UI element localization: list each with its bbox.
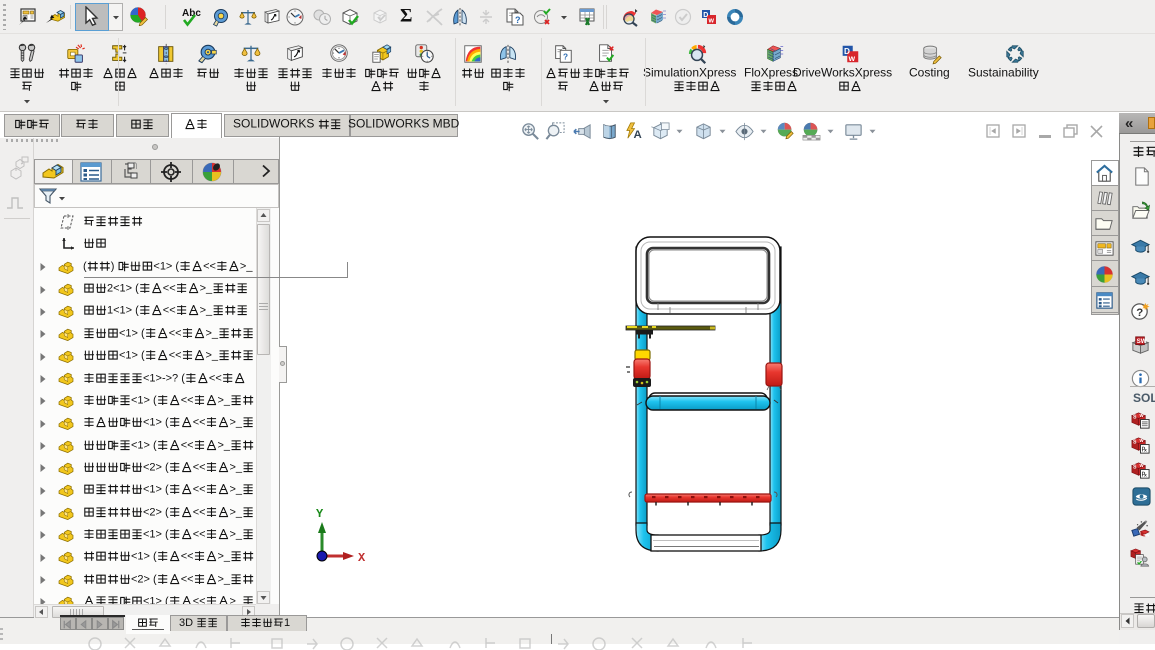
svg-text:SOLIDWORKS MBD: SOLIDWORKS MBD xyxy=(348,118,460,131)
svg-text:2<1> (: 2<1> ( xyxy=(107,283,139,295)
svg-text:<<: << xyxy=(169,350,182,362)
svg-text:<1> (: <1> ( xyxy=(143,484,169,496)
svg-text:>_: >_ xyxy=(218,394,231,406)
svg-text:SOLIDWORKS: SOLIDWORKS xyxy=(233,118,314,131)
svg-text:X: X xyxy=(358,551,366,565)
svg-text:<1> (: <1> ( xyxy=(131,551,157,563)
svg-text:>_: >_ xyxy=(218,573,231,585)
svg-text:>_: >_ xyxy=(230,528,243,540)
svg-text:D: D xyxy=(703,12,708,19)
svg-text:FloXpress: FloXpress xyxy=(744,67,798,80)
svg-text:<<: << xyxy=(181,439,194,451)
svg-text:>_: >_ xyxy=(218,439,231,451)
svg-text:Σ: Σ xyxy=(400,6,412,26)
svg-text:S: S xyxy=(1133,439,1137,445)
svg-text:<<: << xyxy=(193,484,206,496)
svg-text:>_: >_ xyxy=(230,484,243,496)
svg-text:Y: Y xyxy=(316,507,324,521)
svg-text:1: 1 xyxy=(284,617,290,629)
svg-text:<1> (: <1> ( xyxy=(131,394,157,406)
svg-text:>_: >_ xyxy=(200,283,213,295)
svg-text:<1> (: <1> ( xyxy=(119,327,145,339)
svg-text:D: D xyxy=(844,47,850,56)
svg-text:S: S xyxy=(1133,414,1137,420)
svg-text:Costing: Costing xyxy=(909,67,950,80)
svg-text:S: S xyxy=(1133,464,1137,470)
svg-text:<<: << xyxy=(181,394,194,406)
svg-text:<<: << xyxy=(181,551,194,563)
svg-text:?: ? xyxy=(563,53,568,62)
svg-text:<1> (: <1> ( xyxy=(143,417,169,429)
svg-text:<<: << xyxy=(193,506,206,518)
svg-text:<2> (: <2> ( xyxy=(143,461,169,473)
svg-text:>_: >_ xyxy=(230,417,243,429)
svg-text:<<: << xyxy=(193,596,206,604)
svg-text:w: w xyxy=(708,18,715,25)
svg-text:>_: >_ xyxy=(230,461,243,473)
svg-text:<<: << xyxy=(193,528,206,540)
svg-text:): ) xyxy=(111,260,115,272)
svg-text:>_: >_ xyxy=(200,305,213,317)
svg-text:1<1> (: 1<1> ( xyxy=(107,305,139,317)
svg-text:3D: 3D xyxy=(179,617,193,629)
svg-text:<1>->? (: <1>->? ( xyxy=(143,372,185,384)
svg-text:SW: SW xyxy=(1137,338,1147,345)
svg-text:<1> (: <1> ( xyxy=(143,596,169,604)
svg-text:℞: ℞ xyxy=(1141,471,1147,479)
svg-text:DriveWorksXpress: DriveWorksXpress xyxy=(793,67,892,80)
svg-text:<<: << xyxy=(163,283,176,295)
svg-text:<<: << xyxy=(163,305,176,317)
svg-text:?: ? xyxy=(1136,307,1143,319)
svg-text:<<: << xyxy=(181,573,194,585)
svg-text:<<: << xyxy=(193,461,206,473)
svg-text:?: ? xyxy=(515,15,521,25)
svg-text:<2> (: <2> ( xyxy=(143,506,169,518)
svg-text:<1> (: <1> ( xyxy=(119,350,145,362)
svg-text:<<: << xyxy=(209,372,222,384)
svg-text:>_: >_ xyxy=(230,506,243,518)
svg-text:>_: >_ xyxy=(218,551,231,563)
svg-text:<<: << xyxy=(193,417,206,429)
svg-text:A: A xyxy=(634,129,642,141)
svg-text:>_: >_ xyxy=(206,327,219,339)
svg-text:<1> (: <1> ( xyxy=(131,439,157,451)
svg-text:SimulationXpress: SimulationXpress xyxy=(643,67,736,80)
svg-text:℞: ℞ xyxy=(1141,446,1147,454)
svg-text:Sustainability: Sustainability xyxy=(968,67,1039,80)
svg-text:>_: >_ xyxy=(206,350,219,362)
svg-text:<1> (: <1> ( xyxy=(153,260,179,272)
svg-text:<2> (: <2> ( xyxy=(131,573,157,585)
svg-text:(: ( xyxy=(83,260,87,272)
svg-text:<<: << xyxy=(169,327,182,339)
svg-text:>_: >_ xyxy=(240,260,253,272)
svg-text:<<: << xyxy=(203,260,216,272)
svg-text:>_: >_ xyxy=(230,596,243,604)
svg-text:<1> (: <1> ( xyxy=(143,528,169,540)
svg-text:SW: SW xyxy=(1143,534,1150,538)
